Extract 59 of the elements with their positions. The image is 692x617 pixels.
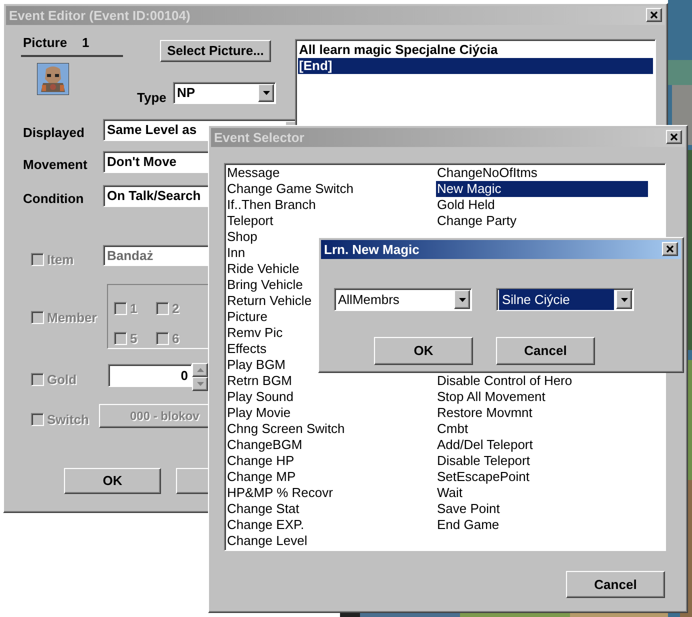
button[interactable]: OK [374,337,473,365]
command-item[interactable]: Disable Control of Hero [436,373,648,389]
button[interactable]: Cancel [566,571,665,598]
button[interactable]: Select Picture... [160,40,271,62]
command-item[interactable]: Change MP [226,469,426,485]
spinner[interactable] [192,363,208,391]
character-portrait-icon [37,63,69,95]
caret-icon [262,91,270,95]
checkbox-label: 2 [172,300,180,318]
caret-icon [458,298,466,302]
command-item[interactable]: Add/Del Teleport [436,437,648,453]
dropdown[interactable]: NP [173,82,276,104]
command-item[interactable]: Wait [436,485,648,501]
command-item[interactable]: Restore Movmnt [436,405,648,421]
command-item[interactable]: End Game [436,517,648,533]
close-button[interactable] [646,8,662,22]
command-item[interactable]: Change Party [436,213,648,229]
close-icon [650,11,658,19]
command-item[interactable]: Cmbt [436,421,648,437]
command-item[interactable]: Change HP [226,453,426,469]
command-item[interactable]: SetEscapePoint [436,469,648,485]
command-item[interactable]: Save Point [436,501,648,517]
field-label: Displayed [23,124,84,142]
checkbox-label: Item [47,251,74,269]
command-item[interactable]: Retrn BGM [226,373,426,389]
command-item[interactable]: ChangeBGM [226,437,426,453]
command-item[interactable]: Disable Teleport [436,453,648,469]
window-title: Event Editor (Event ID:00104) [8,6,190,25]
type-label: Type [137,89,166,107]
command-item[interactable]: HP&MP % Recovr [226,485,426,501]
field-label: Movement [23,156,88,174]
command-item[interactable]: Change Stat [226,501,426,517]
up-arrow-icon [196,368,204,372]
dropdown[interactable]: Silne Ciýcie [496,288,634,311]
checkbox-label: Switch [47,411,89,429]
command-item[interactable]: Stop All Movement [436,389,648,405]
button[interactable]: OK [64,468,161,494]
field-label: Condition [23,190,84,208]
command-item[interactable]: New Magic [436,181,648,197]
command-item[interactable]: Change Level [226,533,426,549]
command-item[interactable]: Play Sound [226,389,426,405]
checkbox-label: 6 [172,330,180,348]
command-item[interactable]: Teleport [226,213,426,229]
button[interactable]: Cancel [496,337,595,365]
event-list-item[interactable]: All learn magic Specjalne Ciýcia [298,42,653,58]
picture-number: 1 [82,34,90,52]
event-list-item[interactable]: [End] [298,58,653,74]
checkbox-label: Member [47,309,97,327]
command-item[interactable]: ChangeNoOfItms [436,165,648,181]
command-item[interactable]: Change EXP. [226,517,426,533]
window-title: Lrn. New Magic [323,240,420,259]
checkbox-label: Gold [47,371,77,389]
down-arrow-icon [196,382,204,386]
checkbox-label: 1 [130,300,138,318]
dropdown[interactable]: AllMembrs [334,288,472,311]
picture-label: Picture [23,34,68,52]
command-item[interactable]: Gold Held [436,197,648,213]
caret-icon [620,298,628,302]
checkbox-label: 5 [130,330,138,348]
